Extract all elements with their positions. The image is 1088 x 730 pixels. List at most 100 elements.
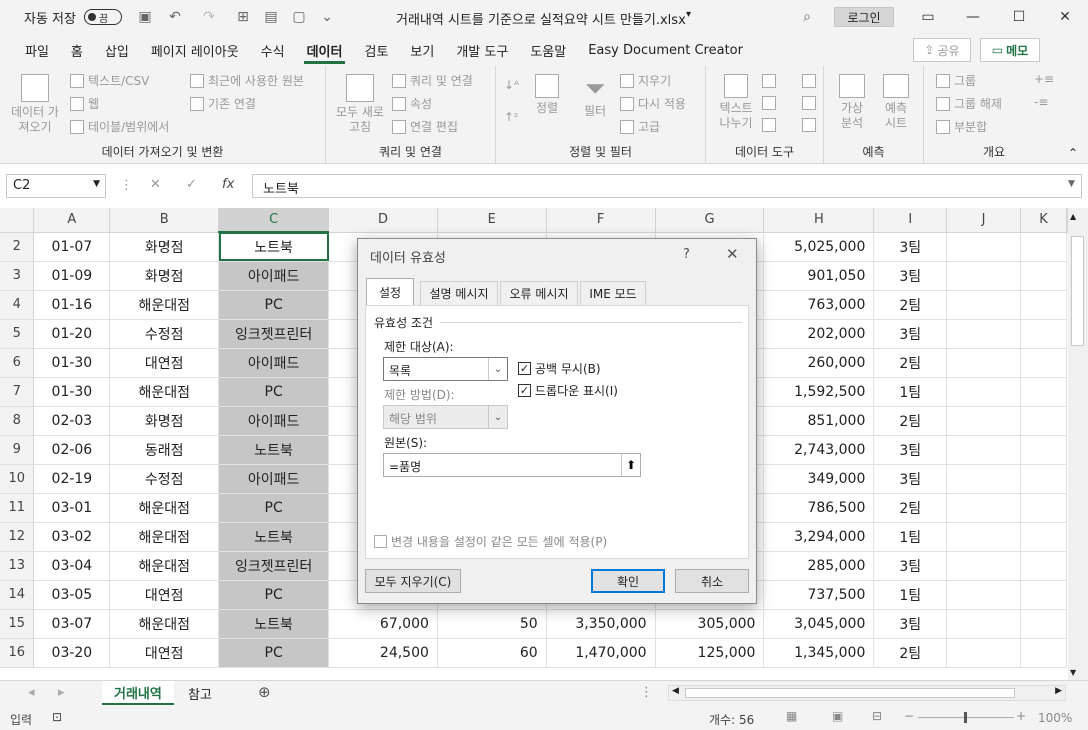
row-header[interactable]: 9 <box>0 435 35 465</box>
cell-h3[interactable]: 901,050 <box>763 261 875 291</box>
cell-a16[interactable]: 03-20 <box>33 638 111 668</box>
what-if-button[interactable]: 가상 분석 <box>832 74 872 131</box>
cell-f16[interactable]: 1,470,000 <box>546 638 656 668</box>
cell-a12[interactable]: 03-02 <box>33 522 111 552</box>
cell-c14[interactable]: PC <box>218 580 330 610</box>
group-button[interactable]: 그룹 <box>936 72 976 89</box>
tab-ime-mode[interactable]: IME 모드 <box>580 281 646 305</box>
cell-a4[interactable]: 01-16 <box>33 290 111 320</box>
cell-j8[interactable] <box>946 406 1021 436</box>
data-model-icon[interactable] <box>802 118 816 132</box>
row-header[interactable]: 16 <box>0 638 35 668</box>
cell-i13[interactable]: 3팀 <box>873 551 948 581</box>
cell-a6[interactable]: 01-30 <box>33 348 111 378</box>
cell-k2[interactable] <box>1020 232 1067 262</box>
cell-b12[interactable]: 해운대점 <box>109 522 220 552</box>
column-header-a[interactable]: A <box>33 208 111 233</box>
cell-c16[interactable]: PC <box>218 638 330 668</box>
cell-h16[interactable]: 1,345,000 <box>763 638 875 668</box>
cell-c11[interactable]: PC <box>218 493 330 523</box>
zoom-slider[interactable] <box>918 712 1014 723</box>
flash-fill-icon[interactable] <box>762 74 776 88</box>
cell-h14[interactable]: 737,500 <box>763 580 875 610</box>
file-icon[interactable]: ▢ <box>290 8 308 26</box>
cell-k10[interactable] <box>1020 464 1067 494</box>
cell-k13[interactable] <box>1020 551 1067 581</box>
scroll-thumb[interactable] <box>1071 236 1084 346</box>
tab-settings[interactable]: 설정 <box>366 278 414 306</box>
cell-i3[interactable]: 3팀 <box>873 261 948 291</box>
save-icon[interactable]: ▣ <box>136 8 154 26</box>
cell-j3[interactable] <box>946 261 1021 291</box>
cell-b2[interactable]: 화명점 <box>109 232 220 262</box>
vertical-scrollbar[interactable]: ▲ ▼ <box>1068 208 1088 680</box>
cell-i2[interactable]: 3팀 <box>873 232 948 262</box>
clear-filter-button[interactable]: 지우기 <box>620 72 671 89</box>
ok-button[interactable]: 확인 <box>591 569 665 593</box>
cell-i15[interactable]: 3팀 <box>873 609 948 639</box>
ungroup-button[interactable]: 그룹 해제 <box>936 95 1002 112</box>
column-header-h[interactable]: H <box>763 208 875 233</box>
cell-i14[interactable]: 1팀 <box>873 580 948 610</box>
cell-h9[interactable]: 2,743,000 <box>763 435 875 465</box>
cell-j4[interactable] <box>946 290 1021 320</box>
cell-k8[interactable] <box>1020 406 1067 436</box>
tab-review[interactable]: 검토 <box>353 34 399 66</box>
data-validation-icon[interactable] <box>762 118 776 132</box>
tab-view[interactable]: 보기 <box>399 34 445 66</box>
cell-a8[interactable]: 02-03 <box>33 406 111 436</box>
cell-b4[interactable]: 해운대점 <box>109 290 220 320</box>
cell-i10[interactable]: 3팀 <box>873 464 948 494</box>
cell-h6[interactable]: 260,000 <box>763 348 875 378</box>
sheet-tab-reference[interactable]: 참고 <box>176 681 224 705</box>
login-button[interactable]: 로그인 <box>834 7 894 27</box>
row-header[interactable]: 2 <box>0 232 35 262</box>
cell-i5[interactable]: 3팀 <box>873 319 948 349</box>
existing-connections-button[interactable]: 기존 연결 <box>190 95 256 112</box>
row-header[interactable]: 6 <box>0 348 35 378</box>
share-button[interactable]: ⇪ 공유 <box>913 38 971 62</box>
recent-sources-button[interactable]: 최근에 사용한 원본 <box>190 72 304 89</box>
cell-c9[interactable]: 노트북 <box>218 435 330 465</box>
cell-h7[interactable]: 1,592,500 <box>763 377 875 407</box>
cell-k12[interactable] <box>1020 522 1067 552</box>
normal-view-icon[interactable]: ▦ <box>786 709 797 723</box>
cell-a3[interactable]: 01-09 <box>33 261 111 291</box>
scroll-up-icon[interactable]: ▲ <box>1070 212 1076 221</box>
column-header-c[interactable]: C <box>218 208 330 233</box>
column-header-g[interactable]: G <box>655 208 765 233</box>
sort-button[interactable]: 정렬 <box>530 74 564 116</box>
cell-j5[interactable] <box>946 319 1021 349</box>
minimize-icon[interactable]: — <box>950 0 996 34</box>
cell-i11[interactable]: 2팀 <box>873 493 948 523</box>
formula-input[interactable]: 노트북 <box>252 174 1082 198</box>
cancel-icon[interactable]: ✕ <box>150 177 161 192</box>
enter-icon[interactable]: ✓ <box>186 177 197 192</box>
cell-i16[interactable]: 2팀 <box>873 638 948 668</box>
cell-a9[interactable]: 02-06 <box>33 435 111 465</box>
column-header-e[interactable]: E <box>437 208 547 233</box>
row-header[interactable]: 4 <box>0 290 35 320</box>
macro-record-icon[interactable]: ⊡ <box>52 710 62 724</box>
cell-j9[interactable] <box>946 435 1021 465</box>
apply-all-checkbox[interactable]: 변경 내용을 설정이 같은 모든 셀에 적용(P) <box>374 533 607 550</box>
zoom-in-icon[interactable]: + <box>1016 709 1026 723</box>
cell-c6[interactable]: 아이패드 <box>218 348 330 378</box>
cell-j7[interactable] <box>946 377 1021 407</box>
maximize-icon[interactable]: ☐ <box>996 0 1042 34</box>
row-header[interactable]: 10 <box>0 464 35 494</box>
cell-k11[interactable] <box>1020 493 1067 523</box>
from-text-csv-button[interactable]: 텍스트/CSV <box>70 72 149 89</box>
cell-k4[interactable] <box>1020 290 1067 320</box>
ignore-blank-checkbox[interactable]: ✓ 공백 무시(B) <box>518 360 601 377</box>
tab-data[interactable]: 데이터 <box>296 34 354 66</box>
cell-c7[interactable]: PC <box>218 377 330 407</box>
page-break-view-icon[interactable]: ⊟ <box>872 709 882 723</box>
redo-icon[interactable]: ↷ <box>200 8 218 26</box>
more-sheets-icon[interactable]: ⋮ <box>640 685 653 700</box>
row-header[interactable]: 8 <box>0 406 35 436</box>
cell-b6[interactable]: 대연점 <box>109 348 220 378</box>
reapply-button[interactable]: 다시 적용 <box>620 95 686 112</box>
column-header-j[interactable]: J <box>946 208 1021 233</box>
column-header-f[interactable]: F <box>546 208 656 233</box>
